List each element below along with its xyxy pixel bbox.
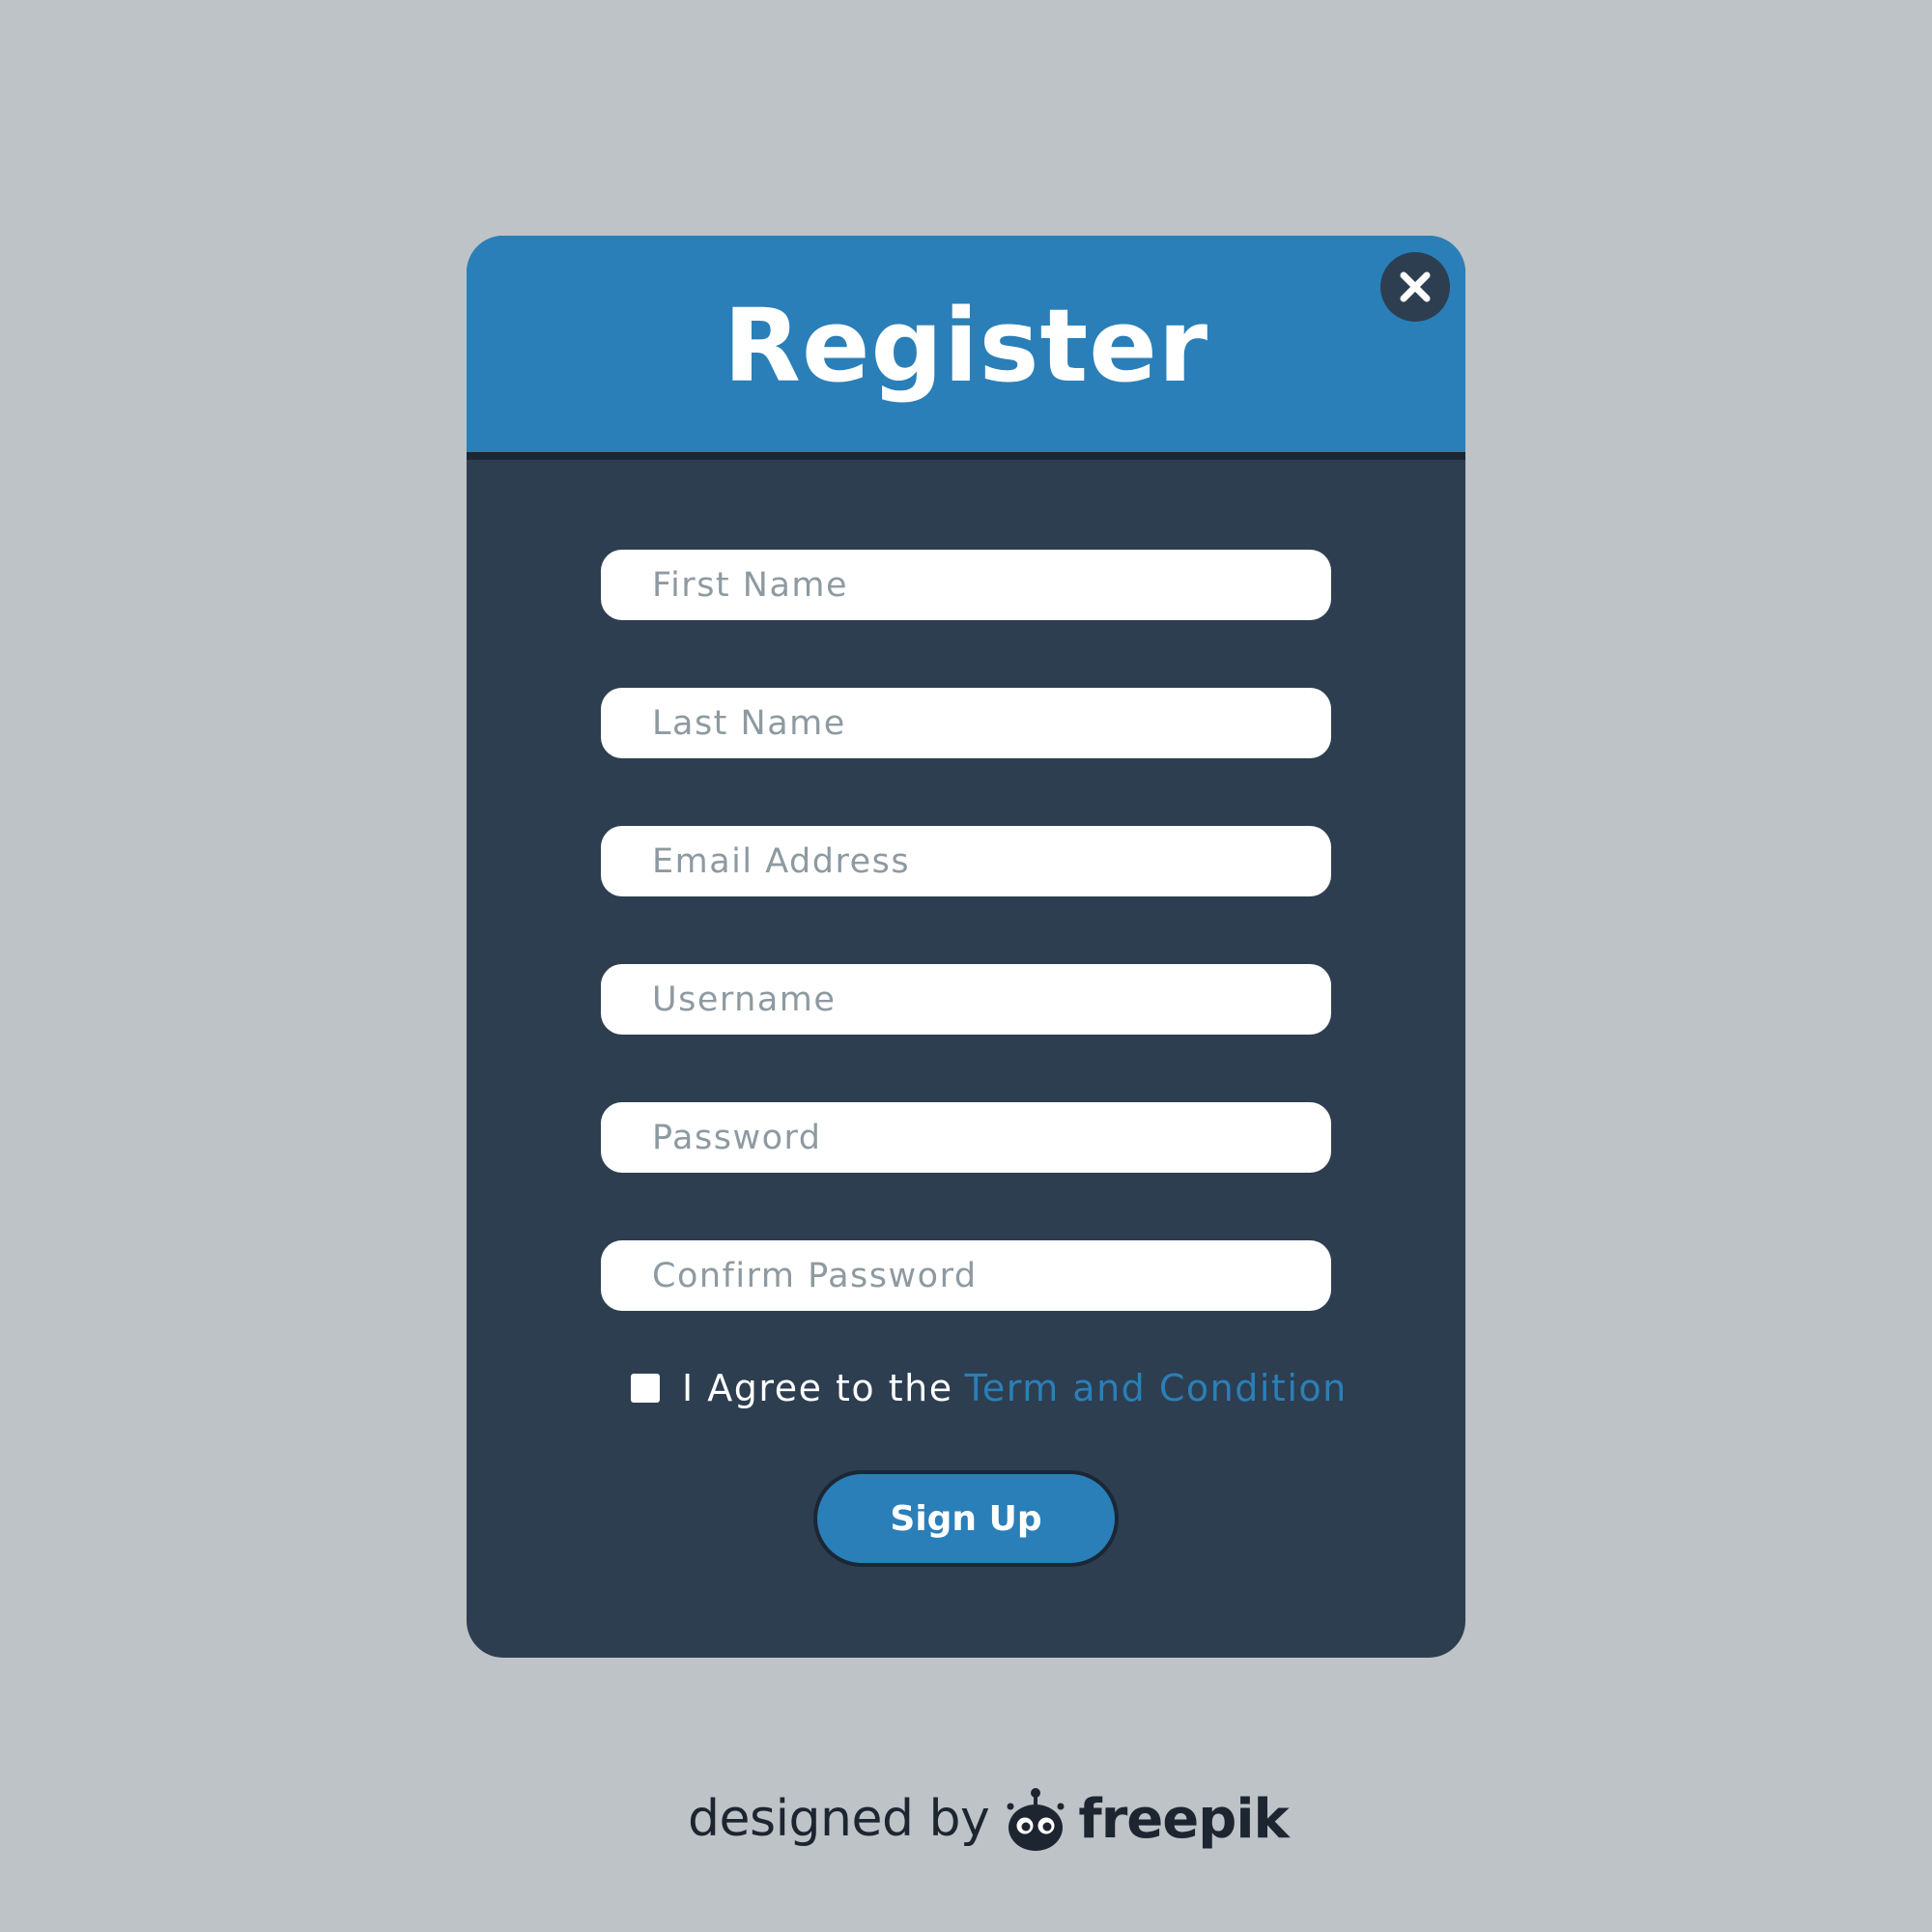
freepik-credit: designed by freepik [688,1776,1290,1862]
sign-up-button[interactable]: Sign Up [813,1470,1119,1567]
page: { "dialog": { "title": "Register", "clos… [0,0,1932,1932]
terms-and-condition-link[interactable]: Term and Condition [965,1367,1348,1409]
freepik-logo-icon [1007,1788,1065,1851]
close-icon [1400,271,1431,302]
first-name-input[interactable] [601,550,1331,620]
terms-agreement-row: I Agree to the Term and Condition [631,1364,1348,1412]
credit-brand: freepik [1078,1787,1289,1851]
last-name-input[interactable] [601,688,1331,758]
email-address-input[interactable] [601,826,1331,896]
confirm-password-input[interactable] [601,1240,1331,1311]
register-dialog: Register I Agree to the Term and Conditi… [467,236,1465,1658]
terms-agreement-label: I Agree to the [682,1367,953,1409]
terms-checkbox[interactable] [631,1374,660,1403]
credit-prefix: designed by [688,1790,990,1848]
username-input[interactable] [601,964,1331,1035]
dialog-title: Register [723,287,1209,405]
close-button[interactable] [1380,252,1450,322]
password-input[interactable] [601,1102,1331,1173]
dialog-header: Register [467,236,1465,460]
